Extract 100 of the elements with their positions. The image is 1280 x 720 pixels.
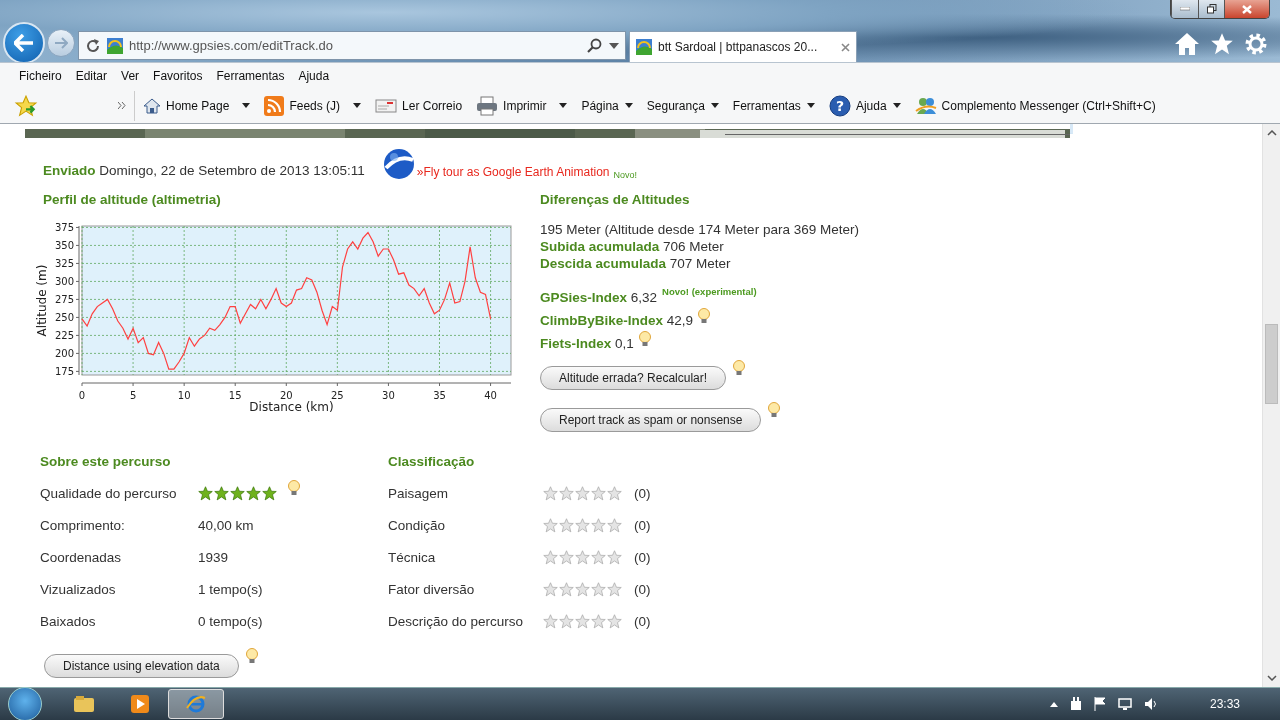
altitude-stat: Descida acumulada 707 Meter: [540, 255, 732, 272]
dropdown-icon[interactable]: [609, 42, 619, 49]
caret-icon[interactable]: [892, 103, 901, 108]
globe-icon[interactable]: [382, 148, 415, 180]
menu-item[interactable]: Ver: [114, 68, 147, 83]
star-icon: [543, 517, 558, 533]
chevron-icon[interactable]: [118, 102, 126, 109]
scrollbar[interactable]: [1262, 124, 1280, 687]
speaker-icon[interactable]: [1143, 697, 1158, 711]
index-value: GPSies-Index 6,32: [540, 290, 658, 305]
site-icon: [636, 39, 652, 55]
caret-icon[interactable]: [353, 103, 362, 108]
toolbar-button[interactable]: Segurança: [646, 98, 719, 113]
star-icon: [591, 549, 606, 565]
star-icon: [543, 485, 558, 501]
row-label: Qualidade do percurso: [40, 485, 178, 501]
clock: 23:33: [1209, 697, 1240, 711]
scroll-down-icon[interactable]: [1266, 675, 1277, 681]
x-tick-label: 20: [279, 390, 293, 401]
action-button[interactable]: Report track as spam or nonsense: [540, 408, 762, 432]
search-icon[interactable]: [587, 37, 603, 54]
star-icon: [262, 485, 277, 501]
toolbar-button[interactable]: Imprimir: [476, 95, 568, 116]
site-icon: [107, 37, 123, 54]
altitude-stat: Subida acumulada 706 Meter: [540, 238, 725, 255]
restore-icon[interactable]: [1206, 4, 1217, 14]
star-rating[interactable]: [543, 549, 622, 565]
row-label: Vizualizados: [40, 581, 117, 597]
caret-up-icon[interactable]: [1049, 701, 1058, 707]
row-label: Coordenadas: [40, 549, 123, 565]
browser-icon: [186, 694, 206, 714]
menu-item[interactable]: Favoritos: [146, 68, 210, 83]
toolbar-button[interactable]: Feeds (J): [264, 95, 362, 116]
url-text: http://www.gpsies.com/editTrack.do: [129, 38, 334, 53]
star-icon[interactable]: [1210, 32, 1234, 56]
y-tick-label: 300: [54, 275, 74, 287]
rating-count: (0): [634, 517, 651, 533]
toolbar-button[interactable]: Home Page: [143, 96, 251, 115]
star-rating[interactable]: [198, 485, 277, 501]
close-button[interactable]: [1224, 0, 1269, 18]
star-rating[interactable]: [543, 517, 622, 533]
row-label: Paisagem: [388, 485, 450, 501]
refresh-icon[interactable]: [85, 37, 101, 54]
toolbar-button[interactable]: ? Ajuda: [828, 94, 901, 117]
menu-item[interactable]: Ajuda: [291, 68, 337, 83]
menu-item[interactable]: Ferramentas: [209, 68, 292, 83]
caret-icon[interactable]: [242, 103, 251, 108]
star-icon[interactable]: [14, 94, 38, 117]
x-tick-label: 25: [331, 390, 344, 401]
action-button[interactable]: Distance using elevation data: [44, 654, 239, 678]
row-value: 1939: [198, 549, 229, 565]
network-icon[interactable]: [1117, 697, 1132, 711]
rating-count: (0): [634, 581, 651, 597]
back-button[interactable]: [3, 22, 45, 64]
toolbar-button[interactable]: Ferramentas: [732, 98, 815, 113]
flag-icon[interactable]: [1093, 697, 1106, 711]
star-icon: [591, 581, 606, 597]
new-label: Novo!: [613, 170, 638, 180]
rating-count: (0): [634, 613, 651, 629]
star-icon: [591, 517, 606, 533]
caret-icon[interactable]: [624, 103, 633, 108]
y-tick-label: 275: [54, 293, 74, 305]
star-rating[interactable]: [543, 581, 622, 597]
menu-item[interactable]: Ficheiro: [12, 68, 69, 83]
caret-icon[interactable]: [806, 103, 815, 108]
action-button[interactable]: Altitude errada? Recalcular!: [540, 366, 727, 390]
star-icon: [607, 517, 622, 533]
arrow-left-icon[interactable]: [14, 34, 34, 52]
caret-icon[interactable]: [710, 103, 719, 108]
home-icon[interactable]: [1174, 32, 1200, 56]
x-tick-label: 0: [78, 390, 86, 401]
index-value: ClimbByBike-Index 42,9: [540, 313, 694, 328]
star-rating[interactable]: [543, 613, 622, 629]
scroll-up-icon[interactable]: [1266, 130, 1277, 136]
row-value: 1 tempo(s): [198, 581, 263, 597]
star-icon: [591, 613, 606, 629]
star-rating[interactable]: [543, 485, 622, 501]
fly-tour-link[interactable]: »Fly tour as Google Earth Animation: [416, 165, 610, 180]
address-bar[interactable]: http://www.gpsies.com/editTrack.do: [78, 31, 626, 60]
star-icon: [575, 549, 590, 565]
toolbar-button[interactable]: Complemento Messenger (Ctrl+Shift+C): [914, 95, 1156, 116]
star-icon: [543, 549, 558, 565]
restore-button[interactable]: [1198, 0, 1224, 18]
y-tick-label: 350: [54, 239, 74, 251]
star-icon: [591, 485, 606, 501]
star-icon: [230, 485, 245, 501]
minimize-button[interactable]: [1171, 0, 1198, 18]
plug-icon[interactable]: [1069, 697, 1082, 711]
start-button[interactable]: [8, 687, 42, 720]
y-tick-label: 375: [54, 221, 74, 233]
toolbar-button[interactable]: Ler Correio: [375, 97, 463, 114]
settings-icon[interactable]: [1244, 32, 1268, 56]
caret-icon[interactable]: [559, 103, 568, 108]
close-icon[interactable]: [841, 42, 850, 52]
menu-item[interactable]: Editar: [68, 68, 115, 83]
scroll-thumb[interactable]: [1265, 324, 1278, 404]
toolbar-button[interactable]: Página: [581, 98, 633, 113]
row-value: 40,00 km: [198, 517, 254, 533]
play-icon: [131, 695, 149, 713]
browser-tab[interactable]: btt Sardoal | bttpanascos 20...: [629, 31, 857, 62]
